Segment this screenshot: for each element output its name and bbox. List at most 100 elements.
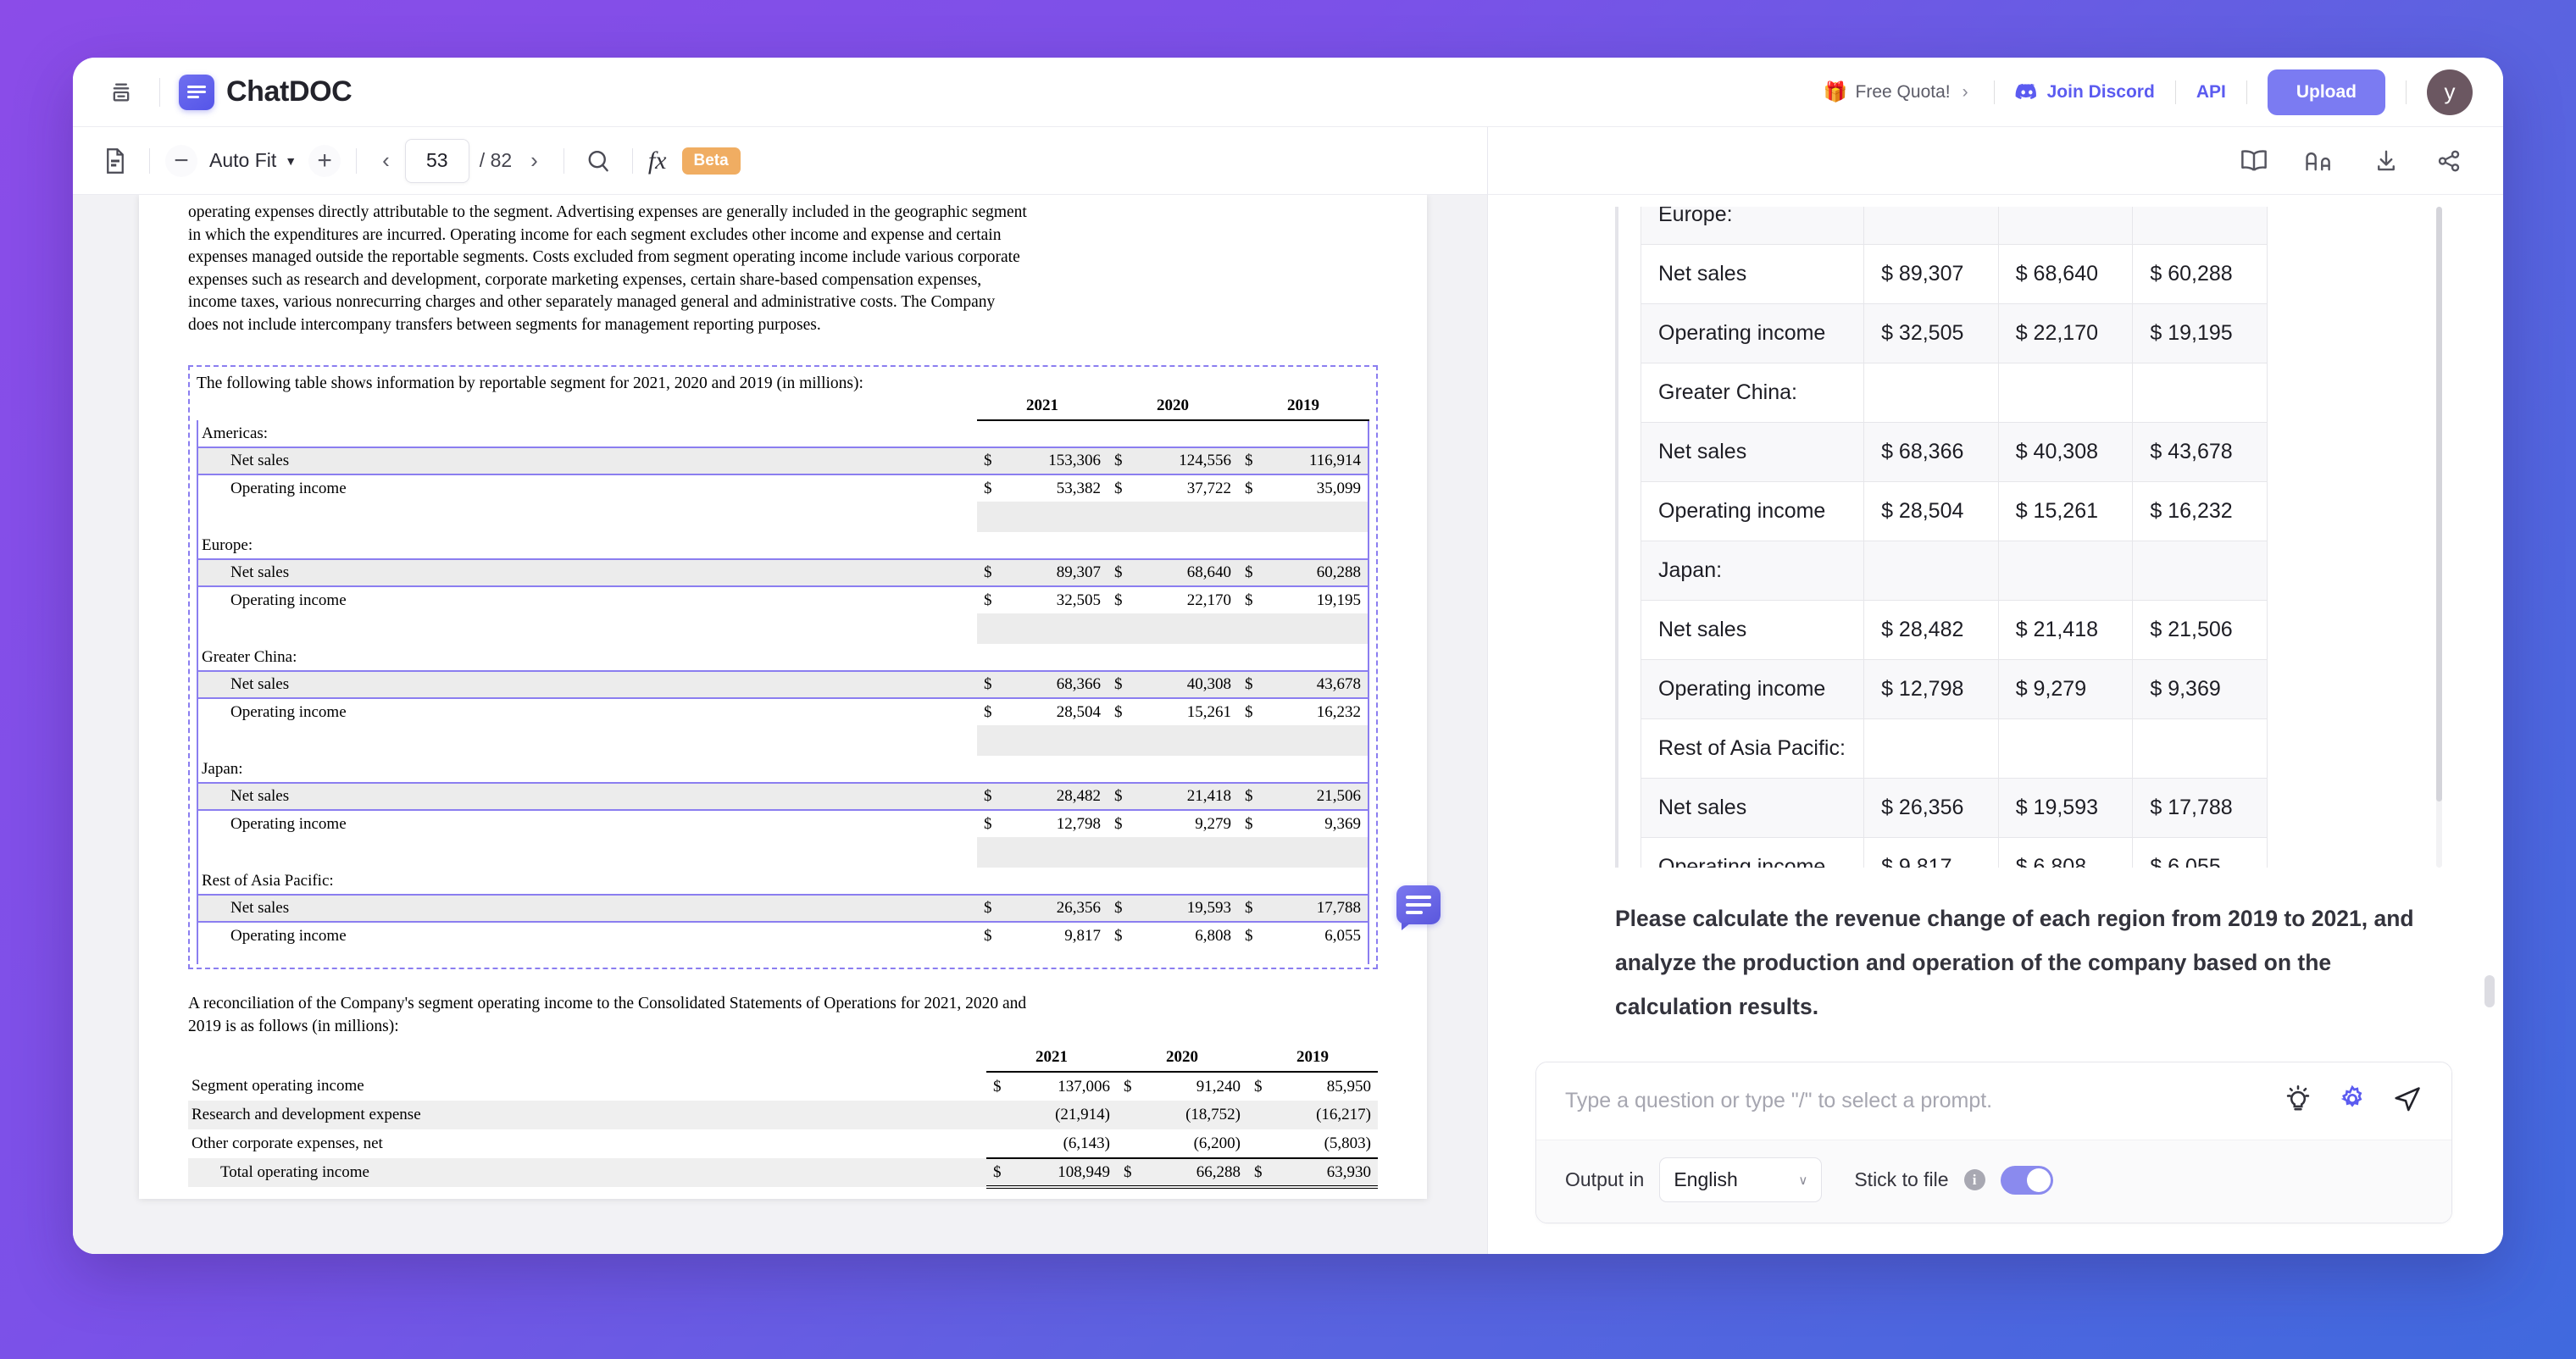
recon-intro-line: 2019 is as follows (in millions): xyxy=(188,1016,1378,1039)
toolbar-divider xyxy=(632,148,633,174)
currency-symbol: $ xyxy=(1238,698,1260,725)
table-row: Operating income$53,382$37,722$35,099 xyxy=(197,474,1368,502)
table-row: Japan: xyxy=(1641,541,2268,601)
currency-symbol: $ xyxy=(977,783,999,810)
currency-symbol: $ xyxy=(1238,810,1260,837)
join-discord-button[interactable]: Join Discord xyxy=(2015,82,2155,103)
brand-name: ChatDOC xyxy=(226,75,352,108)
chat-messages[interactable]: Europe:Net sales$ 89,307$ 68,640$ 60,288… xyxy=(1488,195,2503,1046)
currency-symbol: $ xyxy=(1247,1158,1269,1187)
currency-symbol xyxy=(986,1101,1008,1129)
document-paragraph: operating expenses directly attributable… xyxy=(188,202,1378,336)
brand: ChatDOC xyxy=(179,75,352,110)
row-label: Net sales xyxy=(197,447,977,474)
search-icon[interactable] xyxy=(580,142,617,180)
cell-value: $ 40,308 xyxy=(1998,423,2133,482)
table-spacer-row xyxy=(197,502,1368,517)
quoted-table-scroll-thumb[interactable] xyxy=(2436,207,2442,802)
paragraph-line: expenses managed outside the reportable … xyxy=(188,247,1378,269)
table-spacer-row xyxy=(197,725,1368,741)
pdf-pane: − Auto Fit ▼ + ‹ 53 / 82 › xyxy=(73,127,1488,1254)
paragraph-line: in which the expenditures are incurred. … xyxy=(188,225,1378,247)
table-section-header: Rest of Asia Pacific: xyxy=(197,868,1368,895)
cell-value: (5,803) xyxy=(1269,1129,1378,1158)
panel-toggle-icon[interactable] xyxy=(102,73,141,112)
currency-symbol: $ xyxy=(977,698,999,725)
free-quota-button[interactable]: 🎁 Free Quota! › xyxy=(1818,82,1974,103)
highlighted-table-region[interactable]: The following table shows information by… xyxy=(188,365,1378,969)
zoom-level-select[interactable]: Auto Fit ▼ xyxy=(197,149,308,172)
header-divider xyxy=(1994,80,1995,104)
table-row: Operating income$ 28,504$ 15,261$ 16,232 xyxy=(1641,482,2268,541)
font-size-icon[interactable] xyxy=(2305,148,2337,174)
table-row: Net sales$68,366$40,308$43,678 xyxy=(197,671,1368,698)
cell-value: $ 21,418 xyxy=(1998,601,2133,660)
cell-value xyxy=(2133,541,2268,601)
book-icon[interactable] xyxy=(2239,148,2269,174)
stick-to-file-toggle[interactable] xyxy=(2001,1166,2053,1195)
table-spacer-row xyxy=(197,613,1368,629)
zoom-in-button[interactable]: + xyxy=(308,145,341,177)
cell-value xyxy=(1864,363,1999,423)
language-select[interactable]: English ∨ xyxy=(1659,1157,1822,1202)
table-header-row: 202120202019 xyxy=(188,1043,1378,1072)
cell-value: 91,240 xyxy=(1139,1072,1247,1101)
cell-value: 66,288 xyxy=(1139,1158,1247,1187)
chat-scrollbar-thumb[interactable] xyxy=(2484,975,2495,1007)
quoted-table-scrollbar[interactable] xyxy=(2436,207,2442,868)
cell-value xyxy=(1998,207,2133,245)
formula-icon[interactable]: fx xyxy=(648,147,667,175)
cell-value: 21,506 xyxy=(1260,783,1368,810)
currency-symbol: $ xyxy=(1238,783,1260,810)
cell-value: 16,232 xyxy=(1260,698,1368,725)
row-label: Operating income xyxy=(1641,660,1864,719)
lightbulb-icon[interactable] xyxy=(2284,1084,2312,1118)
table-row: Operating income$12,798$9,279$9,369 xyxy=(197,810,1368,837)
table-row: Total operating income$108,949$66,288$63… xyxy=(188,1158,1378,1187)
gear-icon[interactable] xyxy=(2338,1084,2367,1118)
table-row: Greater China: xyxy=(1641,363,2268,423)
app-header: ChatDOC 🎁 Free Quota! › Join Discord API… xyxy=(73,58,2503,127)
cell-value: $ 28,504 xyxy=(1864,482,1999,541)
cell-value: $ 12,798 xyxy=(1864,660,1999,719)
send-icon[interactable] xyxy=(2392,1084,2423,1118)
chevron-down-icon: ▼ xyxy=(285,154,297,168)
zoom-out-button[interactable]: − xyxy=(165,145,197,177)
currency-symbol xyxy=(1247,1129,1269,1158)
user-question-text: Please calculate the revenue change of e… xyxy=(1615,896,2442,1029)
info-icon[interactable]: i xyxy=(1964,1169,1985,1190)
row-label: Research and development expense xyxy=(188,1101,986,1129)
share-icon[interactable] xyxy=(2435,148,2462,174)
row-label: Operating income xyxy=(1641,304,1864,363)
table-header-row: 202120202019 xyxy=(197,393,1368,420)
cell-value: $ 89,307 xyxy=(1864,245,1999,304)
pdf-scroll-area[interactable]: operating expenses directly attributable… xyxy=(73,195,1487,1254)
table-spacer-row xyxy=(197,517,1368,532)
api-link[interactable]: API xyxy=(2196,82,2226,103)
cell-value: 85,950 xyxy=(1269,1072,1378,1101)
prev-page-button[interactable]: ‹ xyxy=(372,147,400,174)
cell-value: $ 19,593 xyxy=(1998,779,2133,838)
toolbar-divider xyxy=(356,148,357,174)
cell-value: 26,356 xyxy=(999,895,1108,922)
cell-value: $ 28,482 xyxy=(1864,601,1999,660)
row-label: Japan: xyxy=(1641,541,1864,601)
avatar[interactable]: y xyxy=(2427,69,2473,115)
currency-symbol: $ xyxy=(977,474,999,502)
row-label: Operating income xyxy=(197,698,977,725)
currency-symbol: $ xyxy=(1117,1158,1139,1187)
header-divider xyxy=(2175,80,2176,104)
document-outline-icon[interactable] xyxy=(97,142,134,180)
pdf-toolbar: − Auto Fit ▼ + ‹ 53 / 82 › xyxy=(73,127,1487,195)
quote-to-chat-button[interactable] xyxy=(1396,885,1441,924)
currency-symbol: $ xyxy=(1108,783,1130,810)
zoom-level-label: Auto Fit xyxy=(209,149,276,172)
upload-button[interactable]: Upload xyxy=(2268,69,2385,115)
page-number-input[interactable]: 53 xyxy=(405,139,469,183)
currency-symbol: $ xyxy=(1108,895,1130,922)
table-row: Net sales$ 28,482$ 21,418$ 21,506 xyxy=(1641,601,2268,660)
download-icon[interactable] xyxy=(2373,148,2400,174)
cell-value: $ 68,640 xyxy=(1998,245,2133,304)
next-page-button[interactable]: › xyxy=(520,147,548,174)
chat-input[interactable] xyxy=(1565,1089,2263,1113)
